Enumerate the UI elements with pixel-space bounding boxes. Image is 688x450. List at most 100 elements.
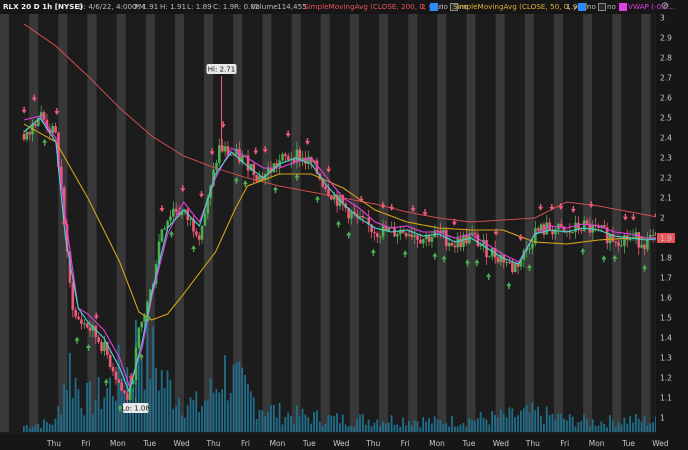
volume-bar bbox=[439, 420, 442, 432]
volume-bar bbox=[436, 419, 439, 432]
volume-bar bbox=[201, 406, 203, 432]
candle-body bbox=[433, 230, 437, 238]
volume-bar bbox=[514, 417, 517, 432]
volume-bar bbox=[278, 402, 281, 432]
session-band bbox=[495, 14, 505, 432]
volume-bar bbox=[28, 428, 31, 432]
x-tick-label: Fri bbox=[81, 439, 90, 448]
volume-bar bbox=[178, 398, 180, 432]
volume-bar bbox=[525, 405, 528, 432]
y-tick-label: 2.8 bbox=[660, 54, 672, 63]
volume-bar bbox=[494, 414, 496, 432]
candle-body bbox=[189, 218, 192, 220]
candle-body bbox=[74, 309, 77, 317]
gear-icon[interactable]: ⚙ bbox=[660, 2, 670, 12]
volume-bar bbox=[499, 409, 502, 432]
y-tick-label: 2.7 bbox=[660, 74, 672, 83]
volume-bar bbox=[137, 354, 140, 432]
volume-bar bbox=[48, 423, 51, 432]
sma50-checkbox[interactable] bbox=[578, 3, 586, 11]
volume-bar bbox=[551, 413, 554, 432]
volume-bar bbox=[540, 415, 542, 432]
volume-bar bbox=[175, 406, 178, 432]
volume-bar bbox=[22, 425, 25, 432]
candle-body bbox=[640, 244, 643, 248]
volume-bar bbox=[34, 424, 37, 432]
bar-open: O: 1.91 bbox=[132, 2, 159, 11]
volume-bar bbox=[198, 412, 201, 432]
volume-bar bbox=[548, 415, 551, 432]
volume-bar bbox=[649, 423, 652, 432]
session-band bbox=[466, 14, 476, 432]
volume-bar bbox=[614, 426, 617, 432]
volume-bar bbox=[180, 415, 183, 432]
volume-value: 114,455 bbox=[277, 2, 307, 11]
candle-body bbox=[97, 336, 100, 343]
volume-bar bbox=[71, 397, 74, 432]
volume-bar bbox=[476, 418, 479, 432]
volume-bar bbox=[83, 415, 86, 432]
candle-body bbox=[163, 228, 167, 230]
volume-bar bbox=[80, 407, 83, 432]
candle-body bbox=[203, 213, 207, 226]
volume-bar bbox=[364, 424, 367, 432]
candle-body bbox=[25, 131, 29, 140]
y-tick-label: 2 bbox=[660, 214, 665, 223]
x-tick-label: Wed bbox=[652, 439, 669, 448]
x-tick-label: Tue bbox=[302, 439, 316, 448]
candle-body bbox=[103, 342, 106, 352]
y-tick-label: 1.6 bbox=[660, 294, 672, 303]
candle-body bbox=[620, 245, 623, 247]
volume-bar bbox=[376, 419, 379, 432]
x-tick-label: Wed bbox=[493, 439, 510, 448]
sma200-checkbox[interactable] bbox=[430, 3, 438, 11]
x-tick-label: Wed bbox=[173, 439, 190, 448]
volume-bar bbox=[281, 424, 284, 432]
y-tick-label: 2.3 bbox=[660, 154, 672, 163]
volume-bar bbox=[338, 423, 341, 432]
candle-body bbox=[582, 220, 586, 231]
volume-bar bbox=[40, 427, 42, 432]
vwap-checkbox[interactable] bbox=[619, 3, 627, 11]
volume-bar bbox=[89, 381, 91, 432]
symbol-label[interactable]: RLX 20 D 1h [NYSE] bbox=[3, 3, 83, 11]
volume-bar bbox=[195, 391, 198, 432]
x-tick-label: Fri bbox=[560, 439, 569, 448]
volume-bar bbox=[405, 425, 407, 432]
volume-bar bbox=[304, 414, 307, 432]
price-chart[interactable]: Hi: 2.71Lo: 1.08 11.11.21.31.41.51.61.71… bbox=[0, 0, 688, 450]
volume-bar bbox=[258, 409, 261, 432]
candle-body bbox=[378, 236, 382, 238]
candle-body bbox=[419, 239, 422, 244]
candle-body bbox=[580, 229, 583, 231]
volume-bar bbox=[396, 424, 399, 432]
x-tick-label: Mon bbox=[429, 439, 445, 448]
volume-bar bbox=[399, 426, 402, 432]
volume-bar bbox=[114, 400, 117, 432]
session-band bbox=[379, 14, 389, 432]
volume-bar bbox=[109, 377, 111, 432]
volume-bar bbox=[324, 423, 327, 432]
volume-bar bbox=[336, 413, 338, 432]
volume-bar bbox=[488, 424, 491, 432]
volume-bar bbox=[402, 417, 404, 432]
candle-body bbox=[223, 146, 227, 152]
candle-body bbox=[140, 321, 144, 328]
volume-bar bbox=[416, 421, 419, 432]
candle-body bbox=[387, 227, 391, 231]
session-band bbox=[262, 14, 272, 432]
candle-body bbox=[442, 229, 445, 233]
volume-bar bbox=[508, 407, 511, 432]
volume-label[interactable]: Volume bbox=[251, 3, 278, 11]
volume-bar bbox=[373, 422, 376, 432]
volume-bar bbox=[422, 417, 425, 432]
volume-bar bbox=[241, 367, 244, 432]
candle-body bbox=[120, 382, 123, 391]
candle-body bbox=[22, 134, 26, 140]
candle-body bbox=[123, 390, 126, 394]
candle-body bbox=[511, 262, 514, 273]
x-tick-label: Tue bbox=[462, 439, 476, 448]
volume-bar bbox=[272, 405, 275, 432]
volume-bar bbox=[522, 408, 525, 432]
sma50-checkbox-2[interactable] bbox=[598, 3, 606, 11]
